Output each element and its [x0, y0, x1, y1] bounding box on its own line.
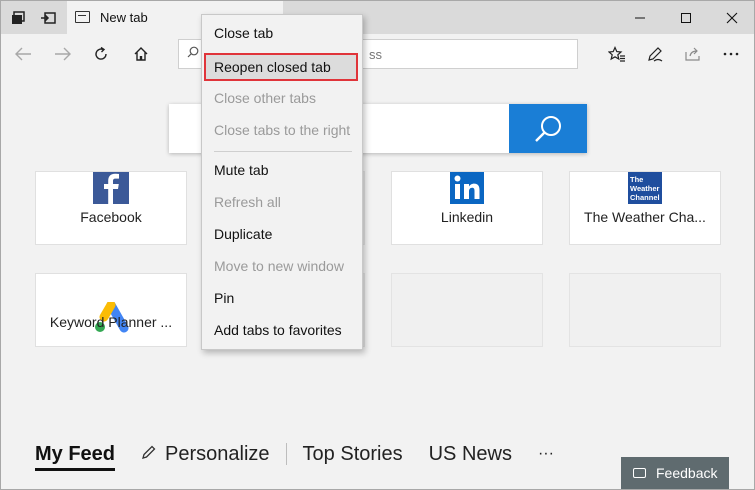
- feed-tabs: My Feed Personalize Top Stories US News …: [35, 437, 580, 471]
- tile-label: Facebook: [80, 209, 142, 225]
- top-site-tile-facebook[interactable]: Facebook: [35, 171, 187, 245]
- menu-item-add-tabs-to-favorites[interactable]: Add tabs to favorites: [202, 316, 362, 344]
- pen-icon[interactable]: [643, 42, 667, 66]
- facebook-icon: [93, 172, 129, 204]
- menu-item-close-other-tabs: Close other tabs: [214, 90, 316, 106]
- more-icon[interactable]: [719, 42, 743, 66]
- menu-item-close-tab[interactable]: Close tab: [202, 19, 362, 47]
- tab-list-icon[interactable]: [8, 8, 28, 28]
- feed-tab-top-stories[interactable]: Top Stories: [303, 443, 403, 466]
- menu-item-move-to-new-window: Move to new window: [214, 258, 344, 274]
- feed-divider: [285, 443, 287, 465]
- back-icon[interactable]: [11, 42, 35, 66]
- feedback-button[interactable]: Feedback: [621, 457, 729, 489]
- tab-context-menu: Close tab Reopen closed tab Close other …: [201, 14, 363, 350]
- top-site-tile-keyword-planner[interactable]: Keyword Planner ...: [35, 273, 187, 347]
- tile-label: The Weather Cha...: [584, 209, 706, 225]
- feedback-icon: [633, 468, 646, 478]
- weather-channel-icon: The Weather Channel: [628, 172, 662, 204]
- title-bar: New tab: [1, 1, 754, 34]
- menu-item-mute-tab[interactable]: Mute tab: [202, 156, 362, 184]
- set-aside-tabs-icon[interactable]: [38, 8, 58, 28]
- feed-tab-personalize[interactable]: Personalize: [165, 443, 270, 466]
- address-placeholder: ss: [369, 47, 382, 62]
- close-window-button[interactable]: [709, 1, 754, 34]
- feedback-label: Feedback: [656, 465, 718, 481]
- nav-toolbar: ss: [1, 34, 754, 74]
- top-site-tile-weather[interactable]: The Weather Channel The Weather Cha...: [569, 171, 721, 245]
- menu-item-refresh-all: Refresh all: [214, 194, 281, 210]
- svg-text:The: The: [630, 175, 643, 184]
- linkedin-icon: [450, 172, 484, 204]
- top-site-tile-empty[interactable]: [391, 273, 543, 347]
- menu-item-pin[interactable]: Pin: [202, 284, 362, 312]
- home-icon[interactable]: [129, 42, 153, 66]
- new-tab-page-icon: [75, 11, 90, 23]
- menu-item-reopen-closed-tab[interactable]: Reopen closed tab: [204, 53, 358, 81]
- pencil-icon: [141, 444, 157, 465]
- tile-label: Keyword Planner ...: [49, 314, 173, 330]
- minimize-button[interactable]: [617, 1, 663, 34]
- share-icon[interactable]: [681, 42, 705, 66]
- menu-item-close-tabs-to-right: Close tabs to the right: [214, 122, 351, 138]
- top-site-tile-linkedin[interactable]: Linkedin: [391, 171, 543, 245]
- feed-more-button[interactable]: ···: [538, 445, 554, 463]
- top-site-tile-empty[interactable]: [569, 273, 721, 347]
- menu-divider: [214, 151, 352, 152]
- search-icon: [535, 115, 561, 142]
- search-icon: [187, 46, 199, 61]
- tile-label: Linkedin: [440, 209, 494, 225]
- svg-text:Channel: Channel: [630, 193, 660, 202]
- maximize-button[interactable]: [663, 1, 709, 34]
- search-button[interactable]: [509, 104, 587, 153]
- tab-title: New tab: [100, 10, 148, 25]
- feed-tab-my-feed[interactable]: My Feed: [35, 443, 116, 471]
- svg-text:Weather: Weather: [630, 184, 660, 193]
- forward-icon[interactable]: [51, 42, 75, 66]
- feed-tab-us-news[interactable]: US News: [429, 443, 512, 466]
- browser-window: New tab ss Facebook Linkedin The Weather…: [0, 0, 755, 490]
- menu-item-duplicate[interactable]: Duplicate: [202, 220, 362, 248]
- refresh-icon[interactable]: [89, 42, 113, 66]
- favorites-icon[interactable]: [605, 42, 629, 66]
